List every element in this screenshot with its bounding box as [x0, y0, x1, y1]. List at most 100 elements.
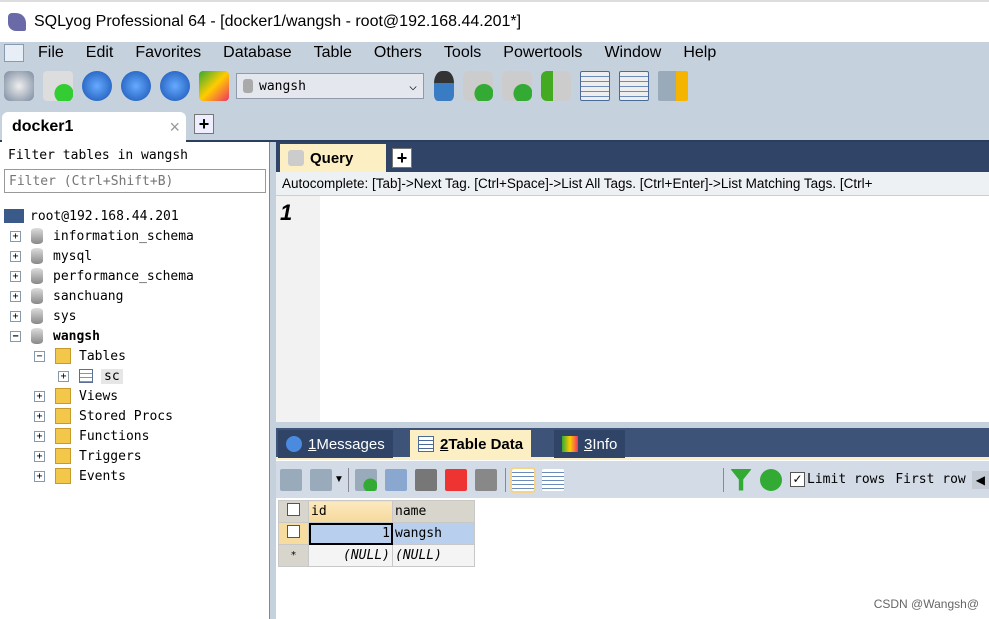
filter-icon[interactable] — [730, 468, 753, 491]
info-chart-icon — [562, 436, 578, 452]
grid-view-icon[interactable] — [509, 466, 536, 493]
tree-folder-views[interactable]: + Views — [34, 386, 118, 406]
tree-db-sys[interactable]: + sys — [10, 306, 76, 326]
cell-id[interactable]: 1 — [308, 522, 393, 545]
collapse-icon[interactable]: − — [10, 330, 21, 342]
tab-query-label: Query — [310, 149, 354, 167]
expand-icon[interactable]: + — [10, 250, 21, 262]
backup-database-icon[interactable] — [463, 71, 493, 101]
new-query-icon[interactable] — [43, 71, 73, 101]
tree-db-mysql[interactable]: + mysql — [10, 246, 92, 266]
row-checkbox[interactable] — [278, 522, 309, 545]
collapse-icon[interactable]: − — [34, 350, 45, 362]
restore-database-icon[interactable] — [502, 71, 532, 101]
column-header-name[interactable]: name — [392, 500, 475, 523]
previous-page-button[interactable]: ◀ — [971, 470, 989, 489]
db-label: mysql — [53, 248, 93, 264]
save-icon[interactable] — [414, 468, 437, 491]
cell-name[interactable]: (NULL) — [392, 544, 475, 567]
refresh-icon[interactable] — [760, 468, 783, 491]
expand-icon[interactable]: + — [34, 450, 45, 462]
menu-powertools[interactable]: Powertools — [503, 44, 582, 62]
user-manager-icon[interactable] — [434, 71, 454, 101]
tree-folder-events[interactable]: + Events — [34, 466, 126, 486]
menu-tools[interactable]: Tools — [444, 44, 481, 62]
expand-icon[interactable]: + — [10, 290, 21, 302]
expand-icon[interactable]: + — [34, 470, 45, 482]
expand-icon[interactable]: + — [10, 270, 21, 282]
result-tab-bar: 1 Messages 2 Table Data 3 Info — [276, 428, 989, 460]
menu-file[interactable]: File — [38, 44, 64, 62]
expand-icon[interactable]: + — [34, 390, 45, 402]
dropdown-arrow-icon[interactable]: ▼ — [334, 474, 344, 485]
table-row-new: * (NULL) (NULL) — [278, 544, 475, 567]
tab-label: Table Data — [448, 435, 524, 453]
menu-table[interactable]: Table — [314, 44, 352, 62]
database-icon — [243, 79, 253, 93]
export-table-icon[interactable] — [580, 71, 610, 101]
menu-database[interactable]: Database — [223, 44, 292, 62]
delete-icon[interactable] — [444, 468, 467, 491]
menu-window[interactable]: Window — [604, 44, 661, 62]
menu-edit[interactable]: Edit — [86, 44, 114, 62]
duplicate-row-icon[interactable] — [384, 468, 407, 491]
cell-id[interactable]: (NULL) — [308, 544, 393, 567]
info-icon — [286, 436, 302, 452]
tab-messages[interactable]: 1 Messages — [278, 430, 393, 458]
folder-label: Stored Procs — [79, 408, 173, 424]
insert-row-icon[interactable] — [280, 468, 302, 491]
expand-icon[interactable]: + — [58, 370, 69, 382]
tree-db-sanchuang[interactable]: + sanchuang — [10, 286, 123, 306]
query-icon — [288, 150, 304, 166]
tree-db-performance-schema[interactable]: + performance_schema — [10, 266, 194, 286]
db-label: sanchuang — [53, 288, 124, 304]
manage-indexes-icon[interactable] — [658, 71, 688, 101]
import-external-icon[interactable] — [541, 71, 571, 101]
execute-query-icon[interactable] — [82, 71, 112, 101]
add-query-tab-button[interactable]: + — [392, 148, 412, 168]
close-icon[interactable]: × — [169, 117, 180, 138]
table-icon — [79, 369, 93, 383]
select-all-checkbox[interactable] — [278, 500, 309, 523]
menu-others[interactable]: Others — [374, 44, 422, 62]
connection-tab-docker1[interactable]: docker1 × — [2, 112, 186, 142]
add-connection-button[interactable]: + — [194, 114, 214, 134]
cancel-changes-icon[interactable] — [474, 468, 497, 491]
expand-icon[interactable]: + — [10, 230, 21, 242]
tree-folder-functions[interactable]: + Functions — [34, 426, 149, 446]
execute-edit-icon[interactable] — [160, 71, 190, 101]
filter-tables-input[interactable] — [4, 169, 266, 193]
tree-server[interactable]: root@192.168.44.201 — [4, 206, 179, 226]
new-connection-icon[interactable] — [4, 71, 34, 101]
expand-icon[interactable]: + — [34, 430, 45, 442]
expand-icon[interactable]: + — [10, 310, 21, 322]
export-icon[interactable] — [310, 468, 332, 491]
tree-folder-tables[interactable]: − Tables — [34, 346, 126, 366]
cell-name[interactable]: wangsh — [392, 522, 475, 545]
table-icon — [418, 436, 434, 452]
expand-icon[interactable]: + — [34, 410, 45, 422]
tab-query[interactable]: Query — [280, 144, 386, 172]
tree-folder-triggers[interactable]: + Triggers — [34, 446, 142, 466]
tab-info[interactable]: 3 Info — [554, 430, 626, 458]
add-row-icon[interactable] — [354, 468, 377, 491]
limit-rows-checkbox[interactable]: ✓ — [790, 472, 806, 487]
table-diagnostics-icon[interactable] — [619, 71, 649, 101]
database-selector-value: wangsh — [259, 78, 306, 94]
menu-favorites[interactable]: Favorites — [135, 44, 201, 62]
schema-designer-icon[interactable] — [199, 71, 229, 101]
filter-label: Filter tables in wangsh — [8, 148, 189, 163]
query-editor[interactable] — [320, 196, 989, 422]
tree-folder-stored-procs[interactable]: + Stored Procs — [34, 406, 173, 426]
tree-db-information-schema[interactable]: + information_schema — [10, 226, 194, 246]
tab-table-data[interactable]: 2 Table Data — [410, 430, 532, 458]
database-selector[interactable]: wangsh ⌵ — [236, 73, 424, 99]
menu-help[interactable]: Help — [683, 44, 716, 62]
column-header-id[interactable]: id — [308, 500, 393, 523]
execute-all-icon[interactable] — [121, 71, 151, 101]
tree-db-wangsh[interactable]: − wangsh — [10, 326, 100, 346]
window-menu-icon[interactable] — [4, 44, 24, 62]
db-label: performance_schema — [53, 268, 194, 284]
form-view-icon[interactable] — [541, 468, 564, 491]
tree-table-sc[interactable]: + sc — [58, 366, 123, 386]
